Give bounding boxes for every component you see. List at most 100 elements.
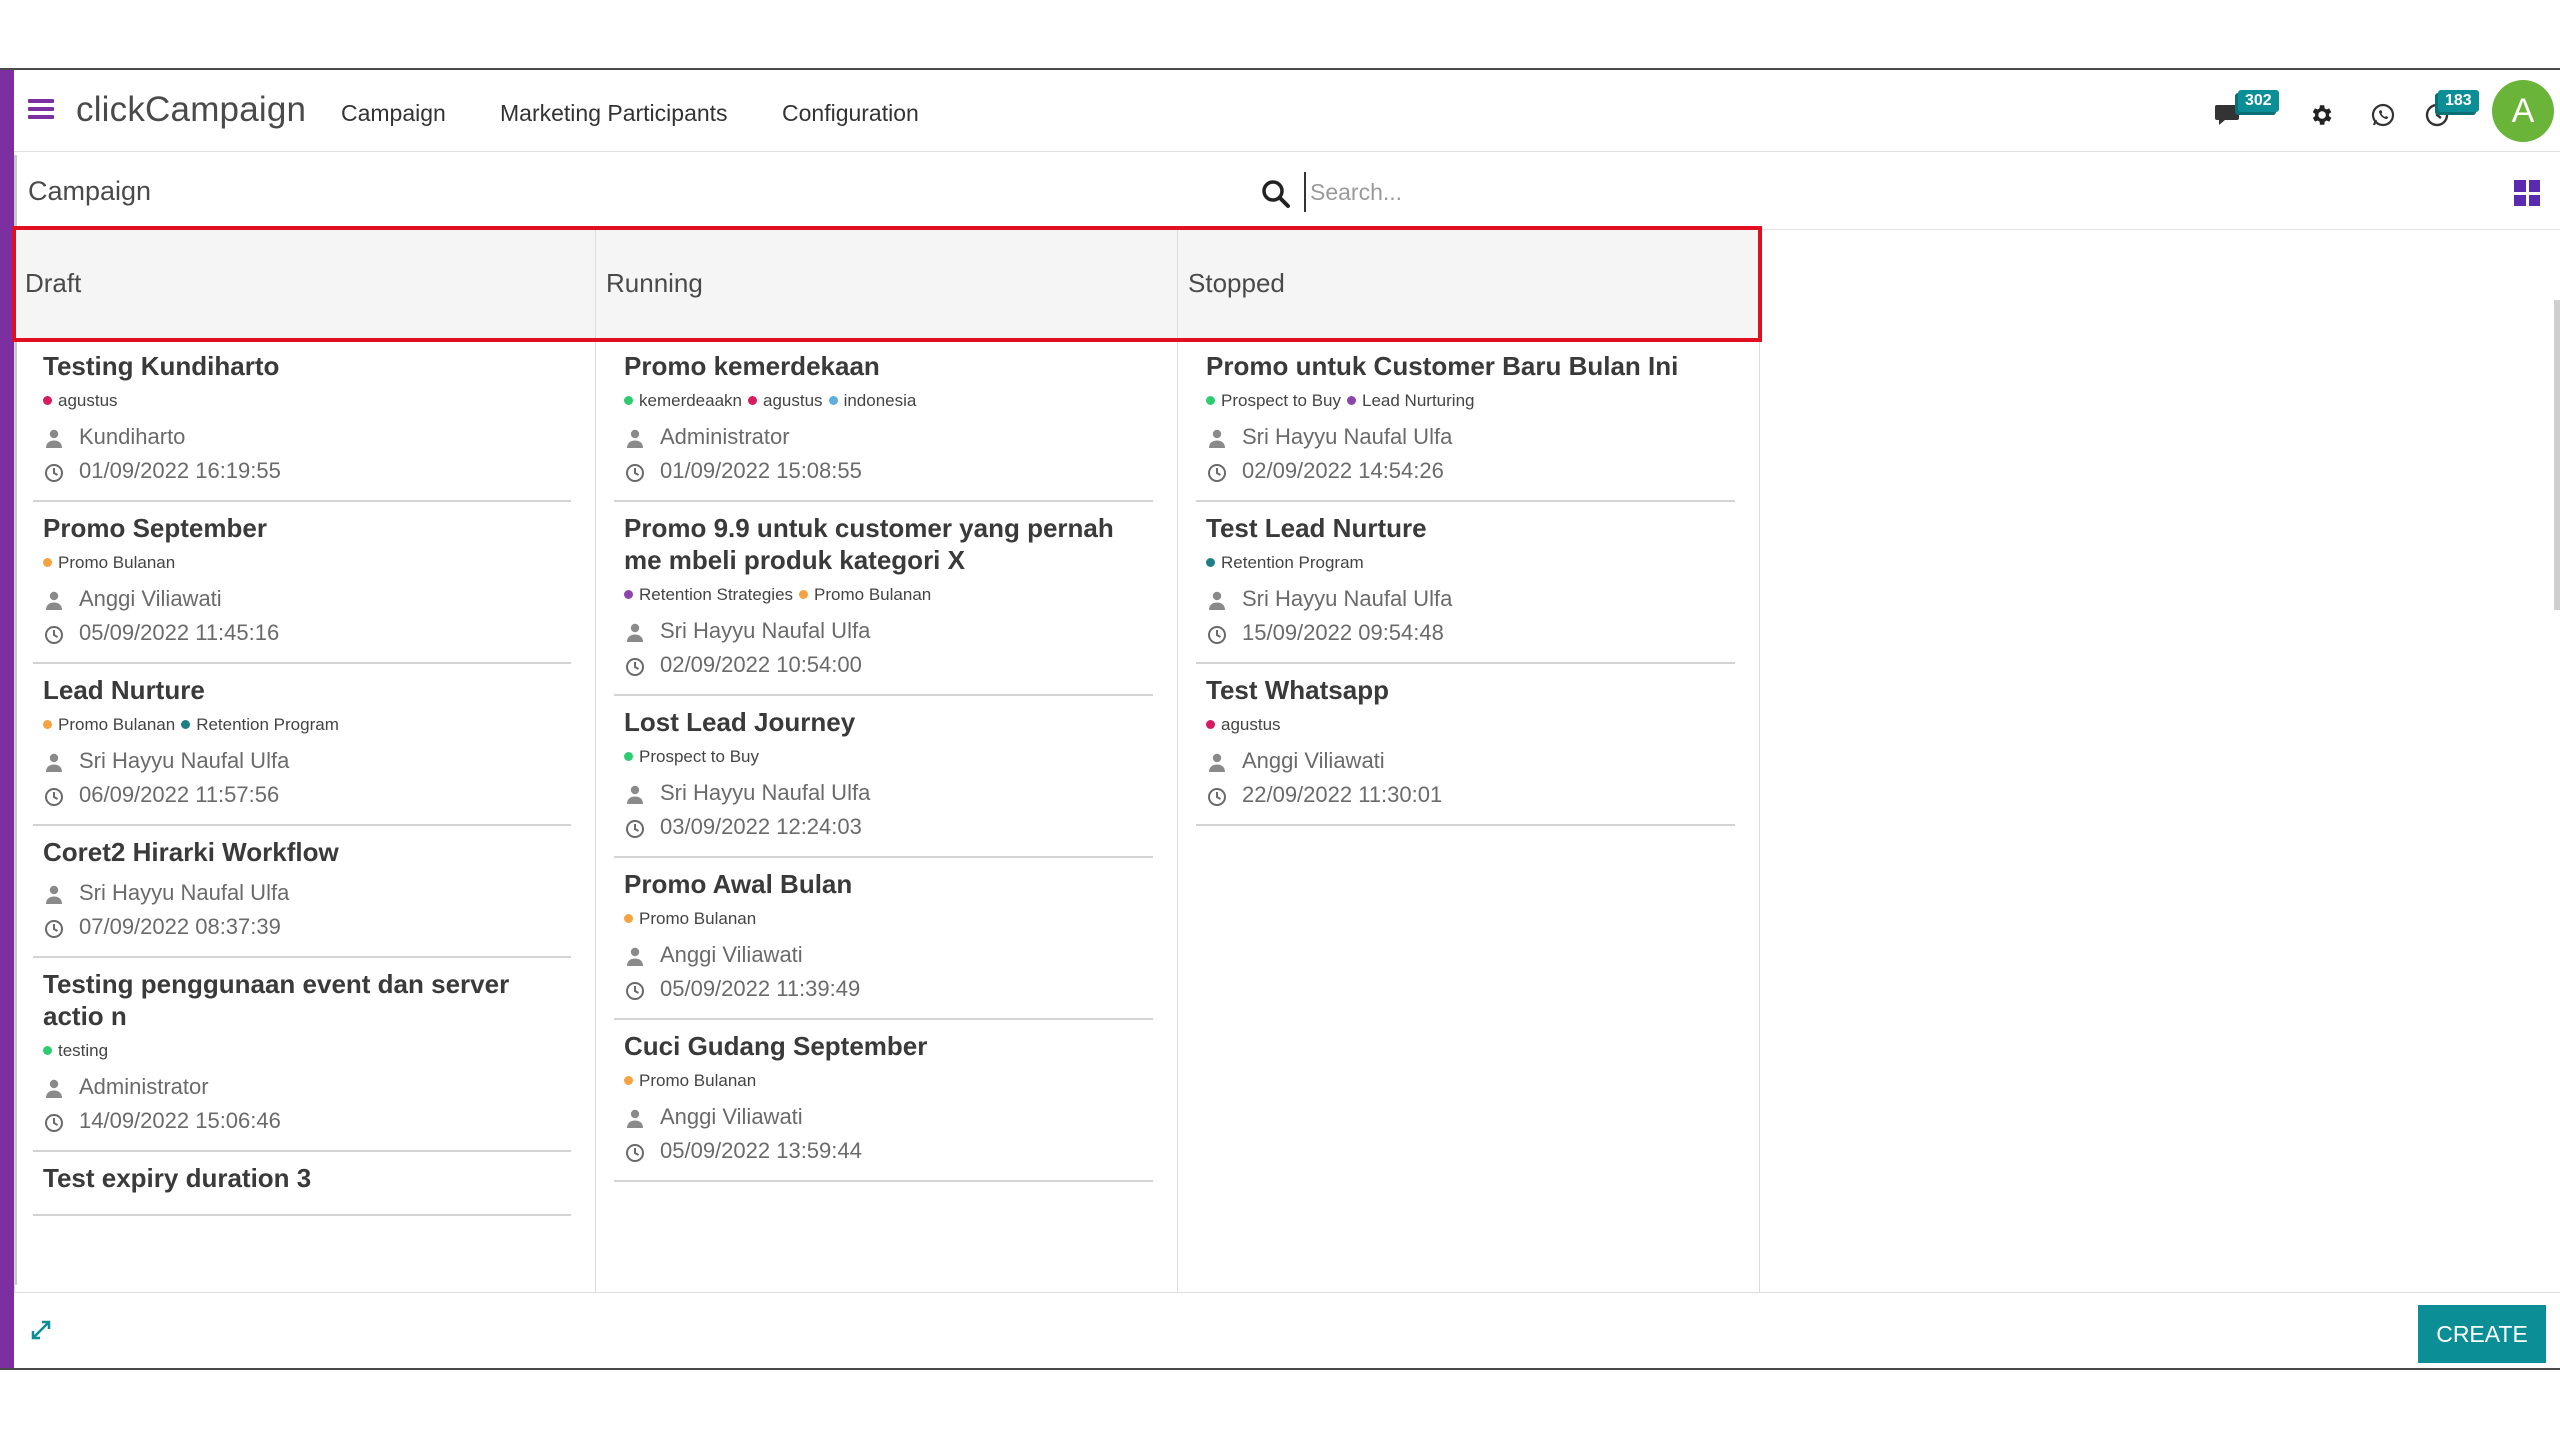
user-icon [43,750,65,772]
responsible-name: Sri Hayyu Naufal Ulfa [79,880,290,905]
tag-color-dot [748,396,758,405]
card-responsible: Anggi Viliawati [624,1100,1153,1134]
user-icon [624,1106,646,1128]
control-panel: Campaign [14,154,2560,230]
tag-label: Prospect to Buy [639,747,760,766]
tag-label: Prospect to Buy [1221,391,1342,410]
kanban-card[interactable]: Lost Lead Journey Prospect to Buy Sri Hayy… [614,696,1153,858]
card-title: Cuci Gudang September [624,1031,928,1061]
tag: Promo Bulanan [624,909,756,928]
tag-label: Promo Bulanan [814,585,932,604]
card-date: 06/09/2022 11:57:56 [43,778,571,812]
kanban-card[interactable]: Testing Kundiharto agustus Kundiharto 01/09… [33,340,571,502]
clock-icon [43,1110,65,1132]
tag: agustus [43,391,118,410]
top-navbar: clickCampaign Campaign Marketing Partici… [14,70,2560,152]
card-responsible: Kundiharto [43,420,571,454]
tag-color-dot [624,1076,633,1085]
kanban-view-icon[interactable] [2514,180,2540,206]
kanban-card[interactable]: Cuci Gudang September Promo Bulanan Anggi … [614,1020,1153,1182]
nav-item-configuration[interactable]: Configuration [782,100,919,127]
kanban-card[interactable]: Promo 9.9 untuk customer yang pernah me … [614,502,1153,696]
tag-color-dot [624,752,633,761]
responsible-name: Sri Hayyu Naufal Ulfa [1242,424,1453,449]
card-title: Promo Awal Bulan [624,869,853,899]
column-header[interactable]: Running [596,230,1177,340]
card-tags: kemerdeaakn agustus indonesia [624,390,1153,412]
hamburger-menu-icon[interactable] [28,96,54,122]
clock-icon [43,622,65,644]
column-header[interactable]: Draft [15,230,595,340]
kanban-card[interactable]: Lead Nurture Promo Bulanan Retention Progr… [33,664,571,826]
column-header[interactable]: Stopped [1178,230,1759,340]
card-title: Test Lead Nurture [1206,513,1427,543]
kanban-card[interactable]: Promo September Promo Bulanan Anggi Viliaw… [33,502,571,664]
card-title: Testing Kundiharto [43,351,280,381]
date-value: 02/09/2022 14:54:26 [1242,458,1444,483]
card-responsible: Sri Hayyu Naufal Ulfa [624,614,1153,648]
tag: Promo Bulanan [43,553,175,572]
tag-label: kemerdeaakn [639,391,743,410]
tag-color-dot [624,396,633,405]
tag: Lead Nurturing [1347,391,1474,410]
tag-color-dot [828,396,838,405]
clock-icon [1206,784,1228,806]
user-icon [43,1076,65,1098]
card-date: 07/09/2022 08:37:39 [43,910,571,944]
card-date: 02/09/2022 10:54:00 [624,648,1153,682]
nav-item-campaign[interactable]: Campaign [341,100,446,127]
search-icon[interactable] [1260,178,1292,210]
column-cards: Promo untuk Customer Baru Bulan Ini Prosp… [1178,340,1759,1292]
scrollbar-thumb[interactable] [2554,300,2560,610]
tag: agustus [1206,715,1281,734]
card-tags: Promo Bulanan [43,552,571,574]
search-input[interactable] [1304,172,2204,212]
card-tags: Promo Bulanan [624,1070,1153,1092]
kanban-card[interactable]: Coret2 Hirarki Workflow Sri Hayyu Naufal … [33,826,571,958]
responsible-name: Sri Hayyu Naufal Ulfa [660,618,871,643]
kanban-card[interactable]: Test Whatsapp agustus Anggi Viliawati 22/09… [1196,664,1735,826]
kanban-card[interactable]: Test expiry duration 3 [33,1152,571,1216]
tag-color-dot [1206,396,1215,405]
kanban-card[interactable]: Test Lead Nurture Retention Program Sri Ha… [1196,502,1735,664]
card-tags: Promo Bulanan [624,908,1153,930]
responsible-name: Anggi Viliawati [1242,748,1385,773]
tag-label: agustus [763,391,823,410]
responsible-name: Sri Hayyu Naufal Ulfa [660,780,871,805]
user-icon [43,588,65,610]
tag-label: Promo Bulanan [58,553,176,572]
tag: Promo Bulanan [799,585,931,604]
clock-icon [43,916,65,938]
expand-icon[interactable] [28,1317,54,1343]
card-date: 05/09/2022 11:39:49 [624,972,1153,1006]
tag-color-dot [624,590,633,599]
clock-icon [43,784,65,806]
kanban-card[interactable]: Promo untuk Customer Baru Bulan Ini Prosp… [1196,340,1735,502]
tag: Prospect to Buy [1206,391,1341,410]
clock-icon [624,654,646,676]
kanban-card[interactable]: Promo Awal Bulan Promo Bulanan Anggi Vilia… [614,858,1153,1020]
app-brand[interactable]: clickCampaign [76,90,306,130]
card-date: 01/09/2022 15:08:55 [624,454,1153,488]
scrollbar[interactable] [2554,230,2560,1292]
user-icon [624,782,646,804]
tag-label: Promo Bulanan [639,1071,757,1090]
card-tags: Prospect to Buy [624,746,1153,768]
tag-color-dot [624,914,633,923]
kanban-card[interactable]: Testing penggunaan event dan server acti… [33,958,571,1152]
user-avatar[interactable]: A [2492,80,2554,142]
create-button[interactable]: CREATE [2418,1305,2546,1363]
user-icon [1206,588,1228,610]
card-title: Lead Nurture [43,675,205,705]
tag-color-dot [43,396,52,405]
user-icon [1206,426,1228,448]
card-date: 05/09/2022 13:59:44 [624,1134,1153,1168]
settings-gear-icon[interactable] [2306,100,2336,130]
tag-color-dot [1206,558,1215,567]
tag: Promo Bulanan [624,1071,756,1090]
whatsapp-icon[interactable] [2368,100,2398,130]
nav-item-marketing-participants[interactable]: Marketing Participants [500,100,728,127]
tag-color-dot [43,1046,52,1055]
kanban-card[interactable]: Promo kemerdekaan kemerdeaakn agustus indon… [614,340,1153,502]
tag: Retention Strategies [624,585,793,604]
